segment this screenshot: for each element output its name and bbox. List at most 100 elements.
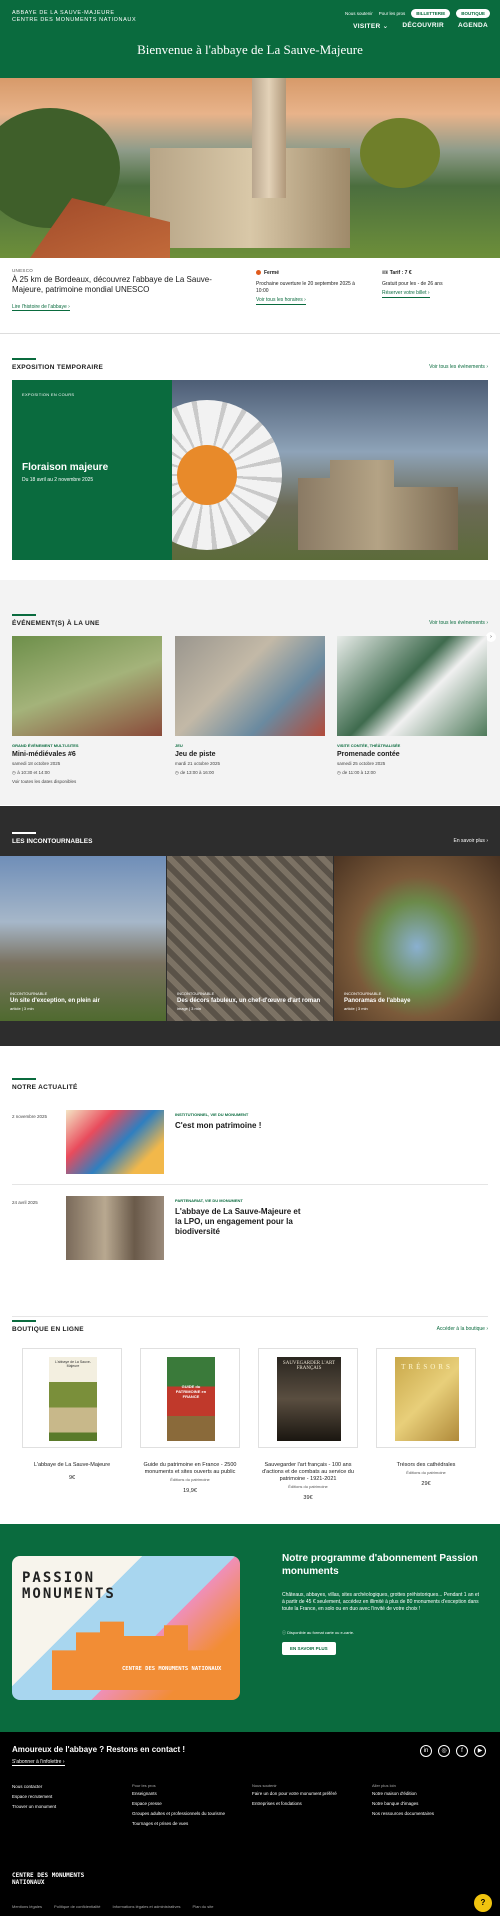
shop-product[interactable]: GUIDE du PATRIMOINE en FRANCE Guide du p… [140,1348,240,1494]
footer-link[interactable]: Espace recrutement [12,1792,56,1802]
shop-product[interactable]: L'abbaye de La Sauve-Majeure L'abbaye de… [22,1348,122,1481]
intro-title: À 25 km de Bordeaux, découvrez l'abbaye … [12,275,212,294]
nav-visiter[interactable]: VISITER ⌄ [353,22,388,30]
expo-section-title: EXPOSITION TEMPORAIRE [12,358,104,371]
footer-link[interactable]: Nous contacter [12,1782,56,1792]
billetterie-button[interactable]: BILLETTERIE [411,9,451,18]
shop-link[interactable]: Accéder à la boutique › [437,1326,488,1332]
product-price: 9€ [68,1475,76,1481]
events-see-all-link[interactable]: Voir tous les événements › [429,620,488,626]
events-see-all-label: Voir tous les événements [429,620,485,626]
news-image [66,1196,164,1260]
opening-block: Fermé Prochaine ouverture le 20 septembr… [256,270,366,305]
shop-product[interactable]: SAUVEGARDER L'ART FRANÇAIS Sauvegarder l… [258,1348,358,1501]
book-cover-title: TRÉSORS [401,1363,453,1371]
legal-links: Mentions légales Politique de confidenti… [12,1904,213,1909]
legal-link[interactable]: Plan du site [193,1904,214,1909]
nous-soutenir-link[interactable]: Nous soutenir [345,11,373,16]
footer-link[interactable]: Faire un don pour votre monument préféré [252,1789,337,1799]
site-logo[interactable]: ABBAYE DE LA SAUVE-MAJEURE CENTRE DES MO… [12,10,136,24]
expo-see-all-link[interactable]: Voir tous les événements › [429,364,488,370]
event-time: de 13:00 à 16:00 [180,770,214,775]
newsletter-link[interactable]: S'abonner à l'infolettre › [12,1759,65,1766]
event-card[interactable]: GRAND ÉVÉNEMENT MULTI-SITES Mini-médiéva… [12,636,162,785]
history-link[interactable]: Lire l'histoire de l'abbaye › [12,304,70,311]
footer-link[interactable]: Notre banque d'images [372,1799,434,1809]
logo-line-1: ABBAYE DE LA SAUVE-MAJEURE [12,10,115,16]
clock-icon: ◷ [175,770,179,775]
footer-link[interactable]: Espace presse [132,1799,225,1809]
hours-link[interactable]: Voir tous les horaires › [256,297,306,305]
footer-logo[interactable]: CENTRE DES MONUMENTS NATIONAUX [12,1872,112,1886]
news-date: 2 novembre 2025 [12,1114,48,1119]
pour-les-pros-link[interactable]: Pour les pros [379,11,406,16]
news-date: 24 avril 2025 [12,1200,38,1205]
facebook-icon[interactable]: f [456,1745,468,1757]
incontournables-more-link[interactable]: En savoir plus › [454,838,488,844]
footer-link[interactable]: Nos ressources documentaires [372,1809,434,1819]
news-item[interactable]: 2 novembre 2025 INSTITUTIONNEL, VIE DU M… [12,1110,488,1180]
expo-tag: EXPOSITION EN COURS [22,392,75,397]
clock-icon: ◷ [337,770,341,775]
incontournable-card[interactable]: INCONTOURNABLE Des décors fabuleux, un c… [167,856,333,1021]
footer-link[interactable]: Groupes adultes et professionnels du tou… [132,1809,225,1819]
footer-col-heading: Nous soutenir [252,1783,277,1788]
footer-link[interactable]: Trouver un monument [12,1802,56,1812]
incontournable-meta: article | 3 min [10,1006,34,1011]
boutique-button[interactable]: BOUTIQUE [456,9,490,18]
expo-title: Floraison majeure [22,462,109,473]
event-more-dates[interactable]: Voir toutes les dates disponibles [12,779,162,785]
event-card[interactable]: JEU Jeu de piste mardi 21 octobre 2025 ◷… [175,636,325,776]
event-card[interactable]: VISITE CONTÉE, THÉÂTRALISÉE Promenade co… [337,636,487,776]
incontournable-meta: article | 3 min [344,1006,368,1011]
subscription-title: Notre programme d'abonnement Passion mon… [282,1553,478,1577]
footer-col-heading: Pour les pros [132,1783,156,1788]
subscription-note-text: Disponible au format carte ou e-carte. [287,1630,355,1635]
legal-link[interactable]: Mentions légales [12,1904,42,1909]
expo-card[interactable]: EXPOSITION EN COURS Floraison majeure Du… [12,380,488,560]
event-time-row: ◷ de 13:00 à 16:00 [175,770,325,776]
subscription-note: ⓘ Disponible au format carte ou e-carte. [282,1630,354,1636]
nav-agenda[interactable]: AGENDA [458,22,488,30]
help-chat-icon[interactable]: ? [474,1894,492,1912]
youtube-icon[interactable]: ▶ [474,1745,486,1757]
footer-col-heading: Aller plus loin [372,1783,396,1788]
product-image: TRÉSORS [376,1348,476,1448]
news-title: L'abbaye de La Sauve-Majeure et la LPO, … [175,1207,301,1236]
product-price: 39€ [303,1495,313,1501]
logo-line-2: CENTRE DES MONUMENTS NATIONAUX [12,17,137,23]
subscription-button[interactable]: EN SAVOIR PLUS [282,1642,336,1655]
footer-link[interactable]: Entreprises et fondations [252,1799,337,1809]
shop-product[interactable]: TRÉSORS Trésors des cathédrales Éditions… [376,1348,476,1487]
product-price: 19,9€ [183,1488,197,1494]
info-strip: UNESCO À 25 km de Bordeaux, découvrez l'… [0,258,500,334]
footer-link[interactable]: Notre maison d'édition [372,1789,434,1799]
news-item[interactable]: 24 avril 2025 PARTENARIAT, VIE DU MONUME… [12,1196,488,1266]
incontournable-card[interactable]: INCONTOURNABLE Un site d'exception, en p… [0,856,166,1021]
footer-link[interactable]: Tournages et prises de vues [132,1819,225,1829]
incontournable-caption: INCONTOURNABLE Des décors fabuleux, un c… [177,991,320,1011]
instagram-icon[interactable]: ◎ [438,1745,450,1757]
subscription-section: PASSION MONUMENTS CENTRE DES MONUMENTS N… [0,1524,500,1732]
card-word: PASSION MONUMENTS [22,1570,116,1602]
expo-image [172,380,488,560]
newsletter-link-label: S'abonner à l'infolettre [12,1759,62,1765]
footer-col-soutenir: Nous soutenir Faire un don pour votre mo… [252,1782,337,1809]
product-image: GUIDE du PATRIMOINE en FRANCE [140,1348,240,1448]
status-text: Fermé [264,270,280,276]
main-nav: VISITER ⌄ DÉCOUVRIR AGENDA [353,22,488,30]
footer-link[interactable]: Enseignants [132,1789,225,1799]
expo-info: EXPOSITION EN COURS Floraison majeure Du… [12,380,172,560]
product-name: Trésors des cathédrales [396,1462,456,1468]
incontournable-card[interactable]: INCONTOURNABLE Panoramas de l'abbaye art… [334,856,500,1021]
product-image: SAUVEGARDER L'ART FRANÇAIS [258,1348,358,1448]
nav-decouvrir[interactable]: DÉCOUVRIR [402,22,444,30]
carousel-next-icon[interactable]: › [486,632,496,642]
legal-link[interactable]: Politique de confidentialité [54,1904,100,1909]
info-icon: ⓘ [282,1630,286,1635]
ticket-link[interactable]: Réserver votre billet › [382,290,430,298]
event-time: de 11:00 à 12:00 [342,770,376,775]
linkedin-icon[interactable]: in [420,1745,432,1757]
clock-icon: ◷ [12,770,16,775]
legal-link[interactable]: Informations légales et administratives [113,1904,181,1909]
